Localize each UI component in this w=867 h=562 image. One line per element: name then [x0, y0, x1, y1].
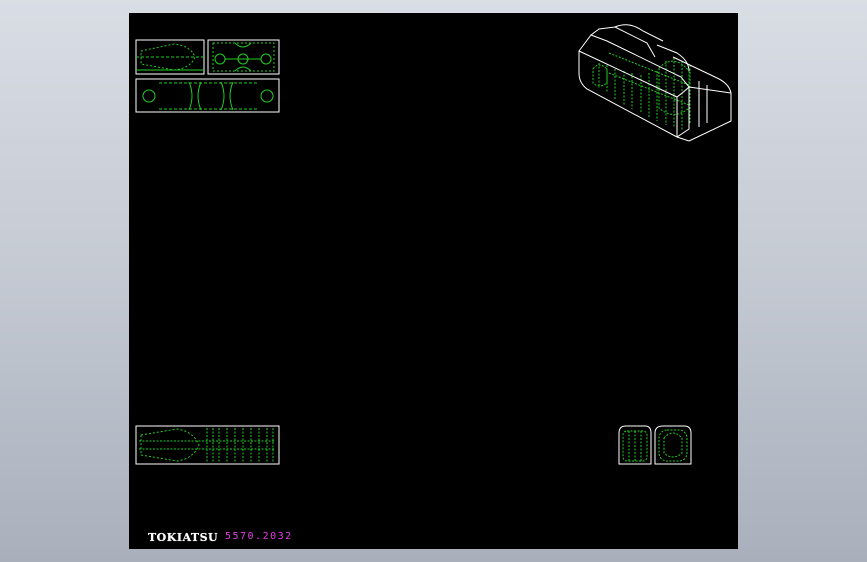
isometric-view: [578, 24, 732, 142]
view-side-bottom: [135, 78, 280, 113]
bottom-left-view: [135, 425, 280, 465]
drawing-canvas[interactable]: TOKIATSU 5570.2032: [129, 13, 738, 549]
view-front-right: [207, 39, 280, 75]
cad-drawing: [135, 24, 732, 465]
bottom-right-end-view: [618, 425, 692, 465]
top-left-view: [135, 39, 280, 113]
brand-label: TOKIATSU: [148, 531, 219, 544]
part-number: 5570.2032: [225, 531, 293, 542]
view-front-left: [135, 39, 205, 75]
